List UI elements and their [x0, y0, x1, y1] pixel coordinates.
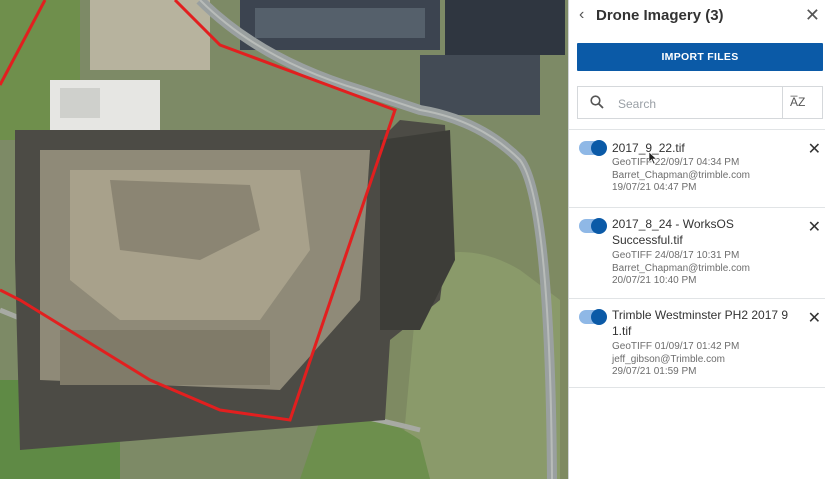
panel-title: Drone Imagery (3): [596, 7, 724, 24]
remove-icon[interactable]: ✕: [808, 308, 821, 328]
visibility-toggle[interactable]: [579, 140, 607, 156]
toggle-knob: [591, 140, 607, 156]
divider: [782, 87, 783, 118]
file-name: 2017_9_22.tif: [612, 141, 685, 155]
file-owner: Barret_Chapman@trimble.com: [612, 169, 750, 181]
search-box: A̅Z: [577, 86, 823, 119]
list-item[interactable]: Trimble Westminster PH2 2017 9 1.tif Geo…: [569, 298, 825, 388]
list-item[interactable]: 2017_9_22.tif GeoTIFF 22/09/17 04:34 PM …: [569, 129, 825, 207]
mouse-cursor-icon: [649, 152, 657, 164]
file-name: Trimble Westminster PH2 2017 9 1.tif: [612, 308, 789, 338]
visibility-toggle[interactable]: [579, 218, 607, 234]
file-upload-date: 20/07/21 10:40 PM: [612, 275, 697, 286]
file-upload-date: 29/07/21 01:59 PM: [612, 366, 697, 377]
drone-imagery-panel: ‹ Drone Imagery (3) ✕ IMPORT FILES A̅Z 2…: [568, 0, 825, 479]
file-type-date: GeoTIFF 01/09/17 01:42 PM: [612, 341, 740, 352]
chevron-left-icon[interactable]: ‹: [579, 6, 584, 24]
remove-icon[interactable]: ✕: [808, 217, 821, 237]
file-owner: Barret_Chapman@trimble.com: [612, 262, 750, 274]
remove-icon[interactable]: ✕: [808, 139, 821, 159]
toggle-knob: [591, 309, 607, 325]
file-meta: GeoTIFF 22/09/17 04:34 PM Barret_Chapman…: [612, 157, 802, 195]
file-list: 2017_9_22.tif GeoTIFF 22/09/17 04:34 PM …: [569, 129, 825, 388]
list-item[interactable]: 2017_8_24 - WorksOS Successful.tif GeoTI…: [569, 207, 825, 298]
map-view[interactable]: [0, 0, 568, 479]
panel-header: ‹ Drone Imagery (3) ✕: [569, 0, 825, 34]
file-owner: jeff_gibson@Trimble.com: [612, 353, 725, 365]
search-input[interactable]: [616, 93, 780, 115]
toggle-knob: [591, 218, 607, 234]
import-files-button[interactable]: IMPORT FILES: [577, 43, 823, 71]
file-name: 2017_8_24 - WorksOS Successful.tif: [612, 217, 734, 247]
file-type-date: GeoTIFF 22/09/17 04:34 PM: [612, 157, 740, 168]
sort-az-icon[interactable]: A̅Z: [790, 95, 805, 109]
close-icon[interactable]: ✕: [805, 5, 820, 26]
file-upload-date: 19/07/21 04:47 PM: [612, 182, 697, 193]
file-type-date: GeoTIFF 24/08/17 10:31 PM: [612, 250, 740, 261]
visibility-toggle[interactable]: [579, 309, 607, 325]
search-icon: [590, 95, 604, 109]
aerial-map[interactable]: [0, 0, 568, 479]
file-meta: GeoTIFF 24/08/17 10:31 PM Barret_Chapman…: [612, 250, 802, 288]
file-meta: GeoTIFF 01/09/17 01:42 PM jeff_gibson@Tr…: [612, 341, 802, 379]
